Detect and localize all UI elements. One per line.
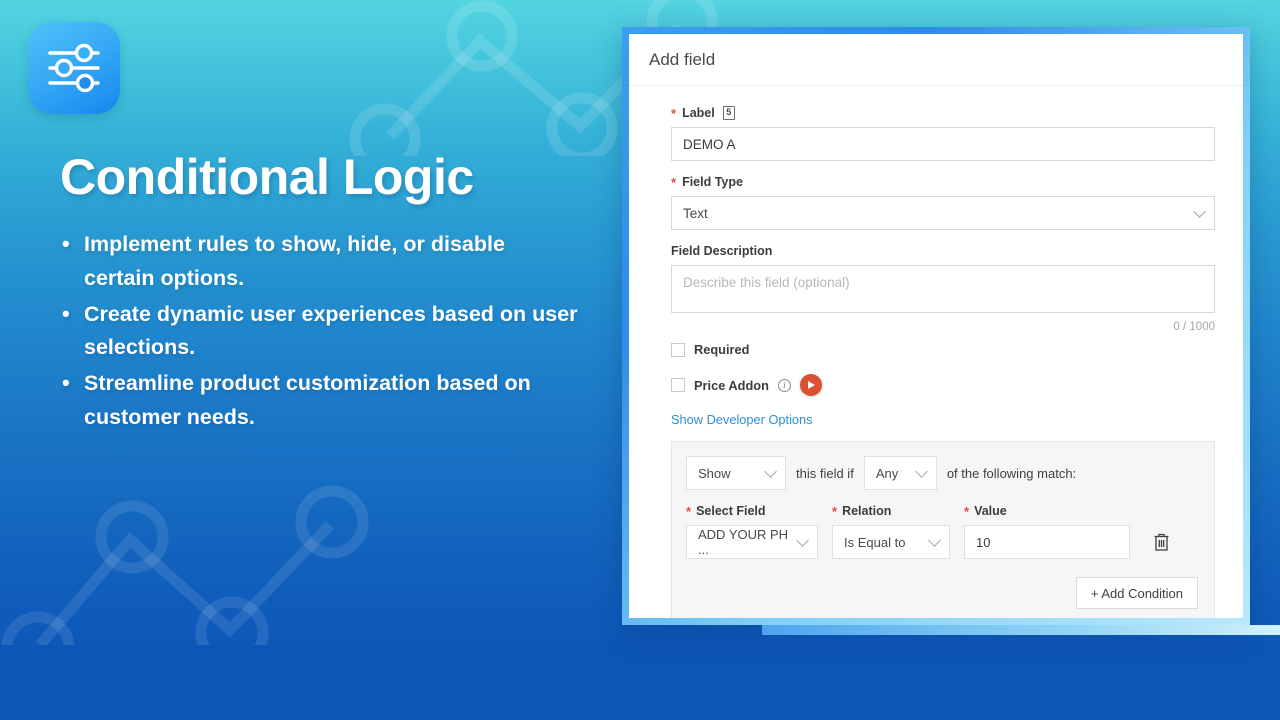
required-asterisk: * bbox=[686, 503, 692, 519]
modal-frame: Add field * Label * Field Type Text bbox=[622, 27, 1280, 635]
feature-bullet-list: Implement rules to show, hide, or disabl… bbox=[60, 227, 580, 435]
conditional-sentence-end: of the following match: bbox=[946, 465, 1077, 481]
required-asterisk: * bbox=[964, 503, 970, 519]
table-row bbox=[964, 525, 1130, 559]
chevron-down-icon bbox=[764, 465, 777, 478]
app-logo bbox=[28, 22, 120, 114]
field-description-text: Field Description bbox=[671, 244, 773, 258]
value-column-header: * Value bbox=[964, 504, 1130, 518]
chevron-down-icon bbox=[928, 534, 941, 547]
select-field-header-text: Select Field bbox=[696, 504, 766, 518]
show-developer-options-link[interactable]: Show Developer Options bbox=[671, 412, 813, 427]
price-addon-label: Price Addon bbox=[694, 377, 769, 393]
label-text: Label bbox=[682, 106, 715, 120]
add-condition-button[interactable]: + Add Condition bbox=[1075, 577, 1198, 609]
chevron-down-icon bbox=[1193, 205, 1206, 218]
condition-select-field-value: ADD YOUR PH ... bbox=[698, 527, 789, 557]
condition-action-select[interactable]: Show bbox=[686, 456, 786, 490]
field-type-selected-value: Text bbox=[683, 205, 708, 221]
label-input[interactable] bbox=[671, 127, 1215, 161]
required-asterisk: * bbox=[832, 503, 838, 519]
field-description-label: Field Description bbox=[671, 244, 1215, 258]
relation-header-text: Relation bbox=[842, 504, 892, 518]
conditional-panel-footer: + Add Condition bbox=[686, 577, 1198, 609]
value-header-text: Value bbox=[974, 504, 1007, 518]
table-row: Is Equal to bbox=[832, 525, 950, 559]
add-field-modal: Add field * Label * Field Type Text bbox=[629, 34, 1243, 618]
relation-column-header: * Relation bbox=[832, 504, 950, 518]
field-description-textarea[interactable] bbox=[671, 265, 1215, 313]
field-type-label: * Field Type bbox=[671, 175, 1215, 189]
hero-copy: Conditional Logic Implement rules to sho… bbox=[60, 150, 580, 437]
character-counter: 0 / 1000 bbox=[1173, 321, 1215, 333]
required-checkbox-label: Required bbox=[694, 342, 750, 357]
required-checkbox-row[interactable]: Required bbox=[671, 342, 1215, 357]
delete-condition-button[interactable] bbox=[1144, 525, 1178, 559]
label-field-label: * Label bbox=[671, 106, 1215, 120]
list-item: Implement rules to show, hide, or disabl… bbox=[60, 227, 580, 296]
bottom-color-band bbox=[0, 645, 1280, 720]
chevron-down-icon bbox=[914, 465, 928, 478]
condition-relation-select[interactable]: Is Equal to bbox=[832, 525, 950, 559]
list-item: Create dynamic user experiences based on… bbox=[60, 297, 580, 366]
condition-action-value: Show bbox=[698, 465, 731, 481]
chevron-down-icon bbox=[796, 534, 809, 547]
modal-body: * Label * Field Type Text bbox=[629, 86, 1243, 618]
table-row: ADD YOUR PH ... bbox=[686, 525, 818, 559]
conditional-sentence-row: Show this field if Any of the following … bbox=[686, 456, 1198, 490]
select-field-column-header: * Select Field bbox=[686, 504, 818, 518]
modal-title: Add field bbox=[649, 49, 716, 69]
price-addon-row[interactable]: Price Addon bbox=[671, 374, 1215, 396]
condition-select-field[interactable]: ADD YOUR PH ... bbox=[686, 525, 818, 559]
field-type-text: Field Type bbox=[682, 175, 743, 189]
play-icon[interactable] bbox=[799, 374, 822, 396]
modal-header: Add field bbox=[629, 34, 1243, 86]
condition-row-grid: * Select Field * Relation * Value ADD YO… bbox=[686, 504, 1198, 559]
condition-value-input[interactable] bbox=[964, 525, 1130, 559]
info-icon[interactable] bbox=[777, 378, 791, 392]
condition-match-value: Any bbox=[875, 465, 899, 481]
sliders-icon bbox=[48, 43, 100, 93]
condition-relation-value: Is Equal to bbox=[844, 534, 906, 550]
required-checkbox[interactable] bbox=[671, 342, 685, 357]
required-asterisk: * bbox=[671, 174, 677, 190]
condition-match-select[interactable]: Any bbox=[863, 456, 937, 490]
trash-icon bbox=[1154, 533, 1168, 551]
slide-canvas: Conditional Logic Implement rules to sho… bbox=[0, 0, 1280, 720]
price-addon-checkbox[interactable] bbox=[671, 378, 685, 392]
required-asterisk: * bbox=[671, 105, 677, 121]
conditional-logic-panel: Show this field if Any of the following … bbox=[671, 441, 1215, 618]
conditional-sentence-mid: this field if bbox=[796, 465, 854, 481]
field-type-select[interactable]: Text bbox=[671, 196, 1215, 230]
list-item: Streamline product customization based o… bbox=[60, 366, 580, 435]
html5-badge-icon bbox=[722, 106, 735, 120]
page-title: Conditional Logic bbox=[60, 149, 474, 205]
